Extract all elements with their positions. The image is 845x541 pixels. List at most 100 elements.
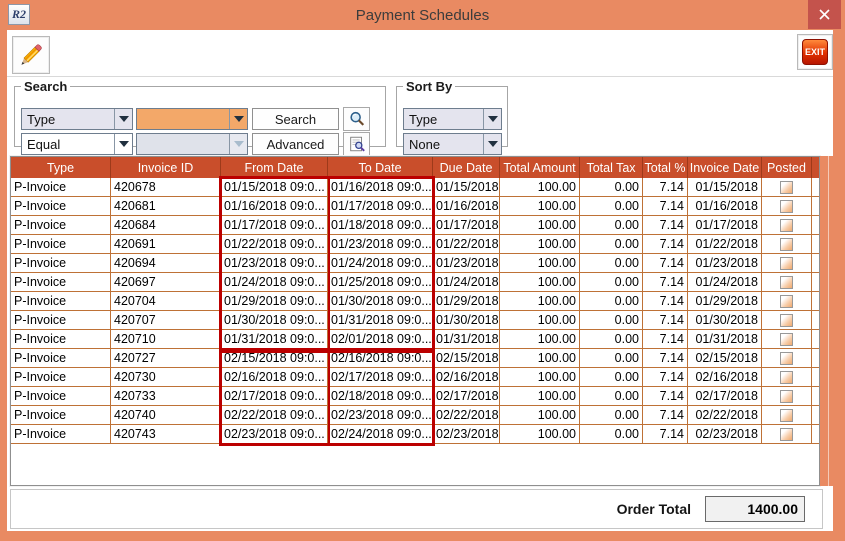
cell-type: P-Invoice [11, 425, 111, 443]
cell-type: P-Invoice [11, 349, 111, 367]
cell-total-tax: 0.00 [580, 368, 643, 386]
toolbar-separator [7, 76, 833, 77]
table-row[interactable]: P-Invoice 420704 01/29/2018 09:0... 01/30/2… [11, 292, 819, 311]
table-header-row: Type Invoice ID From Date To Date Due Date To… [11, 157, 819, 178]
cell-invoice-id: 420694 [111, 254, 221, 272]
cell-due-date: 02/16/2018 [433, 368, 500, 386]
cell-total-tax: 0.00 [580, 273, 643, 291]
advanced-button[interactable]: Advanced [252, 133, 339, 155]
table-row[interactable]: P-Invoice 420684 01/17/2018 09:0... 01/18/2… [11, 216, 819, 235]
cell-total-amount: 100.00 [500, 254, 580, 272]
cell-invoice-id: 420691 [111, 235, 221, 253]
cell-filler [812, 235, 819, 253]
cell-due-date: 01/24/2018 [433, 273, 500, 291]
table-row[interactable]: P-Invoice 420707 01/30/2018 09:0... 01/31/2… [11, 311, 819, 330]
cell-invoice-id: 420704 [111, 292, 221, 310]
search-operator-dropdown[interactable]: Equal [21, 133, 133, 155]
cell-filler [812, 406, 819, 424]
column-header-invoice-date[interactable]: Invoice Date [688, 157, 762, 178]
cell-invoice-date: 01/22/2018 [688, 235, 762, 253]
cell-invoice-id: 420730 [111, 368, 221, 386]
payment-schedules-window: R2 Payment Schedules EXIT Search Type Se… [0, 0, 845, 541]
table-row[interactable]: P-Invoice 420678 01/15/2018 09:0... 01/16/2… [11, 178, 819, 197]
chevron-down-icon[interactable] [114, 134, 132, 154]
posted-checkbox [780, 237, 793, 251]
cell-posted [762, 406, 812, 424]
chevron-down-icon[interactable] [483, 134, 501, 154]
cell-filler [812, 273, 819, 291]
close-button[interactable] [808, 0, 841, 29]
posted-checkbox [780, 389, 793, 403]
table-row[interactable]: P-Invoice 420733 02/17/2018 09:0... 02/18/2… [11, 387, 819, 406]
table-row[interactable]: P-Invoice 420710 01/31/2018 09:0... 02/01/2… [11, 330, 819, 349]
column-header-invoice-id[interactable]: Invoice ID [111, 157, 221, 178]
posted-checkbox [780, 370, 793, 384]
table-row[interactable]: P-Invoice 420681 01/16/2018 09:0... 01/17/2… [11, 197, 819, 216]
column-header-total-percent[interactable]: Total % [643, 157, 688, 178]
table-row[interactable]: P-Invoice 420694 01/23/2018 09:0... 01/24/2… [11, 254, 819, 273]
payment-schedule-table: Type Invoice ID From Date To Date Due Date To… [10, 156, 820, 486]
column-header-posted[interactable]: Posted [762, 157, 812, 178]
chevron-down-icon[interactable] [229, 109, 247, 129]
cell-to-date: 02/16/2018 09:0... [328, 349, 433, 367]
cell-due-date: 01/29/2018 [433, 292, 500, 310]
column-header-from-date[interactable]: From Date [221, 157, 328, 178]
cell-from-date: 02/15/2018 09:0... [221, 349, 328, 367]
cell-to-date: 01/30/2018 09:0... [328, 292, 433, 310]
cell-due-date: 02/15/2018 [433, 349, 500, 367]
cell-from-date: 01/15/2018 09:0... [221, 178, 328, 196]
column-header-total-tax[interactable]: Total Tax [580, 157, 643, 178]
cell-total-percent: 7.14 [643, 349, 688, 367]
cell-posted [762, 254, 812, 272]
table-row[interactable]: P-Invoice 420691 01/22/2018 09:0... 01/23/2… [11, 235, 819, 254]
table-body: P-Invoice 420678 01/15/2018 09:0... 01/16/2… [11, 178, 819, 444]
posted-checkbox [780, 408, 793, 422]
chevron-down-icon[interactable] [114, 109, 132, 129]
table-row[interactable]: P-Invoice 420697 01/24/2018 09:0... 01/25/2… [11, 273, 819, 292]
table-row[interactable]: P-Invoice 420730 02/16/2018 09:0... 02/17/2… [11, 368, 819, 387]
search-field-dropdown[interactable]: Type [21, 108, 133, 130]
cell-total-percent: 7.14 [643, 254, 688, 272]
column-header-due-date[interactable]: Due Date [433, 157, 500, 178]
cell-type: P-Invoice [11, 197, 111, 215]
cell-filler [812, 178, 819, 196]
cell-from-date: 02/16/2018 09:0... [221, 368, 328, 386]
table-row[interactable]: P-Invoice 420743 02/23/2018 09:0... 02/24/2… [11, 425, 819, 444]
cell-from-date: 02/23/2018 09:0... [221, 425, 328, 443]
order-total-field[interactable]: 1400.00 [705, 496, 805, 522]
cell-total-amount: 100.00 [500, 368, 580, 386]
search-button[interactable]: Search [252, 108, 339, 130]
cell-type: P-Invoice [11, 273, 111, 291]
column-header-total-amount[interactable]: Total Amount [500, 157, 580, 178]
edit-button[interactable] [12, 36, 50, 74]
posted-checkbox [780, 275, 793, 289]
footer-panel: Order Total 1400.00 [10, 489, 823, 529]
sort-primary-dropdown[interactable]: Type [403, 108, 502, 130]
cell-type: P-Invoice [11, 235, 111, 253]
cell-total-amount: 100.00 [500, 406, 580, 424]
cell-total-tax: 0.00 [580, 216, 643, 234]
cell-invoice-id: 420727 [111, 349, 221, 367]
chevron-down-icon[interactable] [483, 109, 501, 129]
cell-due-date: 01/23/2018 [433, 254, 500, 272]
cell-to-date: 01/16/2018 09:0... [328, 178, 433, 196]
search-value-dropdown[interactable] [136, 108, 248, 130]
title-bar[interactable]: R2 Payment Schedules [0, 0, 845, 30]
table-row[interactable]: P-Invoice 420727 02/15/2018 09:0... 02/16/2… [11, 349, 819, 368]
column-header-type[interactable]: Type [11, 157, 111, 178]
cell-filler [812, 425, 819, 443]
cell-total-percent: 7.14 [643, 311, 688, 329]
sort-secondary-dropdown[interactable]: None [403, 133, 502, 155]
cell-invoice-id: 420707 [111, 311, 221, 329]
column-header-to-date[interactable]: To Date [328, 157, 433, 178]
cell-invoice-id: 420740 [111, 406, 221, 424]
cell-invoice-id: 420697 [111, 273, 221, 291]
zoom-search-button[interactable] [343, 107, 370, 131]
cell-due-date: 01/30/2018 [433, 311, 500, 329]
posted-checkbox [780, 180, 793, 194]
cell-filler [812, 387, 819, 405]
exit-button[interactable]: EXIT [797, 34, 833, 70]
cell-to-date: 01/17/2018 09:0... [328, 197, 433, 215]
table-row[interactable]: P-Invoice 420740 02/22/2018 09:0... 02/23/2… [11, 406, 819, 425]
advanced-find-button[interactable] [343, 132, 370, 156]
